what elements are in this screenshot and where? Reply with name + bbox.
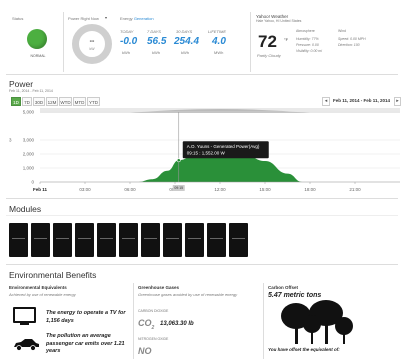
power-now-value: -- — [89, 38, 95, 45]
solar-module[interactable] — [141, 223, 160, 257]
car-icon — [12, 338, 40, 351]
power-title: Power — [9, 79, 34, 89]
visibility: Visibility: 0.00 mi — [296, 49, 323, 53]
y-axis-side-label: 3 — [9, 138, 12, 143]
tv-stand-icon — [20, 323, 29, 325]
energy-7d-unit: kWh — [152, 50, 160, 55]
x-tick-label: 03:00 — [79, 187, 91, 192]
trees-icon — [277, 300, 357, 344]
carbon-title: Carbon Offset — [268, 285, 299, 290]
energy-label: Energy Generation — [120, 16, 154, 21]
tv-equivalent: The energy to operate a TV for 1,156 day… — [46, 310, 126, 324]
energy-30d-value: 254.4 — [174, 36, 200, 47]
energy-today-unit: kWh — [122, 50, 130, 55]
carbon-note: You have offset the equivalent of: — [268, 347, 340, 352]
range-30d-button[interactable]: 30D — [33, 97, 45, 106]
status-label: Status — [12, 16, 24, 21]
power-date-small: Feb 11, 2014 - Feb 11, 2014 — [9, 89, 53, 93]
power-date-range: Feb 11, 2014 - Feb 11, 2014 — [333, 98, 391, 103]
env-title: Environmental Benefits — [9, 270, 97, 280]
x-tick-label: 18:00 — [304, 187, 316, 192]
wind-direction: Direction: 100 — [338, 43, 360, 47]
solar-module[interactable] — [9, 223, 28, 257]
wind-speed: Speed: 0.00 MPH — [338, 37, 366, 41]
wind-label: Wind — [338, 29, 346, 33]
solar-module[interactable] — [185, 223, 204, 257]
solar-module[interactable] — [207, 223, 226, 257]
energy-30d-unit: kWh — [181, 50, 189, 55]
energy-generation-label[interactable]: Generation — [134, 16, 154, 21]
co2-label: CARBON DIOXIDE — [138, 309, 169, 313]
chevron-down-icon[interactable]: ▾ — [105, 15, 107, 20]
energy-lifetime-unit: MWh — [214, 50, 224, 55]
solar-module[interactable] — [75, 223, 94, 257]
nox-symbol: NO — [138, 346, 152, 356]
energy-today-value: -0.0 — [120, 36, 138, 47]
weather-location: Hale Yahoo, HI United States — [256, 19, 302, 23]
range-12m-button[interactable]: 12M — [46, 97, 58, 106]
weather-condition: Partly Cloudy — [257, 53, 281, 58]
range-1d-button[interactable]: 1D — [11, 97, 21, 106]
x-tick-label: 21:00 — [349, 187, 361, 192]
energy-30d-period: 30 DAYS — [176, 29, 193, 34]
next-period-button[interactable]: ▸ — [394, 97, 401, 106]
atmosphere-label: Atmosphere — [296, 29, 315, 33]
carbon-value: 5.47 metric tons — [268, 292, 322, 299]
co2-symbol: CO2 — [138, 318, 155, 331]
car-equivalent: The pollution an average passenger car e… — [46, 333, 125, 354]
weather-temp-unit: °F — [284, 37, 289, 42]
solar-module[interactable] — [229, 223, 248, 257]
modules-title: Modules — [9, 204, 42, 214]
y-tick-label: 1,000 — [23, 166, 35, 171]
y-tick-label: 5,000 — [23, 110, 35, 115]
hover-point[interactable] — [176, 158, 181, 163]
energy-lifetime-period: LIFETIME — [208, 29, 227, 34]
power-chart[interactable]: 0 1,000 2,000 3,000 5,000 3 Feb 11 03:00 06:00 09… — [0, 108, 403, 196]
power-now-unit: kW — [89, 47, 95, 51]
solar-module[interactable] — [119, 223, 138, 257]
status-value: NORMAL — [30, 54, 46, 58]
y-tick-label: 0 — [31, 180, 34, 185]
solar-module[interactable] — [163, 223, 182, 257]
y-tick-label: 3,000 — [23, 138, 35, 143]
x-tick-label: 15:00 — [259, 187, 271, 192]
energy-today-period: TODAY — [120, 29, 134, 34]
range-wtd-button[interactable]: WTD — [59, 97, 72, 106]
x-tick-label: 06:00 — [124, 187, 136, 192]
cursor-label: 09:15 — [174, 186, 183, 190]
weather-temp: 72 — [258, 32, 277, 51]
x-tick-label: Feb 11 — [33, 187, 48, 192]
pressure: Pressure: 0.00 — [296, 43, 319, 47]
nox-label: NITROGEN OXIDE — [138, 337, 169, 341]
prev-period-button[interactable]: ◂ — [322, 97, 330, 106]
ghg-title: Greenhouse Gases — [138, 285, 180, 290]
solar-module[interactable] — [53, 223, 72, 257]
tooltip-value: 09:15 : 1,552.00 W — [187, 150, 226, 155]
humidity: Humidity: 77% — [296, 37, 319, 41]
range-ytd-button[interactable]: YTD — [87, 97, 100, 106]
energy-7d-value: 56.5 — [147, 36, 167, 47]
range-7d-button[interactable]: 7D — [22, 97, 32, 106]
ghg-sub: Greenhouse gases avoided by use of renew… — [138, 292, 238, 297]
x-tick-label: 12:00 — [214, 187, 226, 192]
range-mtd-button[interactable]: MTD — [73, 97, 86, 106]
tooltip-title: A.O. Yuuns - Generated Power(Avg) — [187, 144, 260, 149]
energy-lifetime-value: 4.0 — [212, 36, 226, 47]
equiv-sub: Achieved by use of renewable energy — [9, 292, 76, 297]
energy-7d-period: 7 DAYS — [147, 29, 161, 34]
y-tick-label: 2,000 — [23, 152, 35, 157]
tv-icon — [13, 307, 36, 323]
equiv-title: Environmental Equivalents — [9, 285, 67, 290]
co2-value: 13,063.30 lb — [160, 321, 194, 327]
power-now-label: Power Right Now — [68, 16, 99, 21]
solar-module[interactable] — [31, 223, 50, 257]
solar-module[interactable] — [97, 223, 116, 257]
status-indicator — [27, 29, 47, 49]
